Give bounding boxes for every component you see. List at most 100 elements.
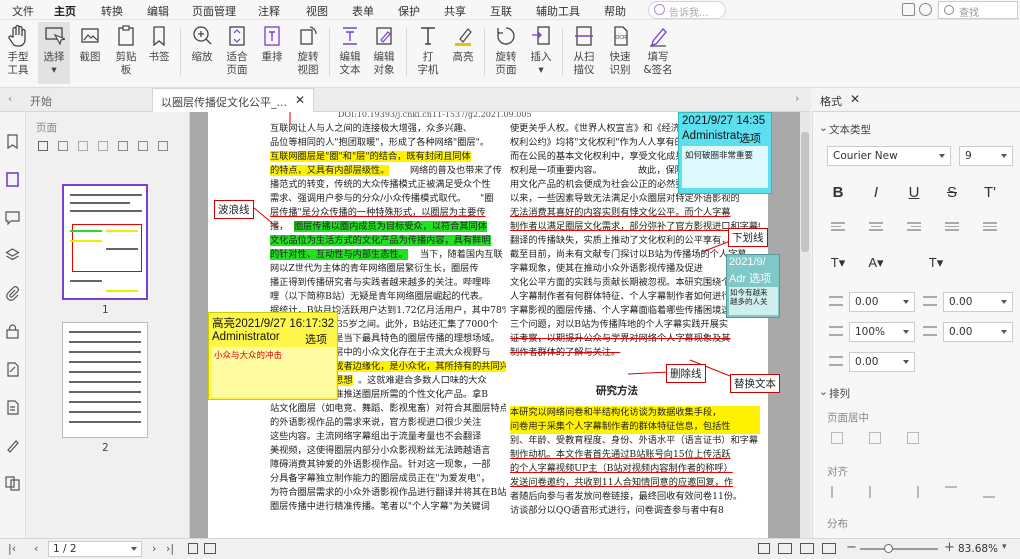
- first-page-icon[interactable]: |‹: [8, 542, 16, 555]
- bookmark-panel-icon[interactable]: [5, 134, 20, 149]
- align-left-icon[interactable]: [831, 222, 845, 234]
- menu-page-manage[interactable]: 页面管理: [192, 3, 236, 19]
- word-spacing-input[interactable]: 0.00: [943, 292, 1013, 312]
- last-page-icon[interactable]: ›|: [166, 542, 174, 555]
- zoom-dropdown-icon[interactable]: ▾: [1002, 542, 1007, 552]
- scan-button[interactable]: 从扫 描仪: [568, 22, 600, 84]
- baseline-button[interactable]: T▾: [925, 252, 947, 274]
- view-mode-continuous-icon[interactable]: [778, 543, 792, 554]
- justify-all-icon[interactable]: [983, 222, 997, 234]
- highlight-button[interactable]: 高亮: [447, 22, 479, 84]
- align-objects-bottom-icon[interactable]: [983, 486, 995, 498]
- tab-format[interactable]: 格式: [820, 93, 842, 109]
- line-spacing-input[interactable]: 0.00: [943, 322, 1013, 342]
- page-search-icon[interactable]: [38, 141, 48, 151]
- typewriter-button[interactable]: 打字机: [412, 22, 444, 84]
- skin-icon[interactable]: [902, 3, 915, 16]
- close-icon[interactable]: ✕: [295, 93, 305, 107]
- collapse-icon[interactable]: ⌄: [819, 122, 828, 134]
- ocr-button[interactable]: OCR 快速 识别: [604, 22, 636, 84]
- menu-help[interactable]: 帮助: [604, 3, 626, 19]
- thumbnail-page-2[interactable]: [62, 322, 148, 438]
- fill-sign-button[interactable]: 填写 &签名: [642, 22, 674, 84]
- document-icon[interactable]: [5, 400, 20, 415]
- align-objects-left-icon[interactable]: [831, 486, 843, 498]
- security-lock-icon[interactable]: [5, 324, 20, 339]
- paragraph-spacing-input[interactable]: 0.00: [849, 352, 915, 372]
- close-panel-icon[interactable]: ✕: [850, 92, 860, 106]
- underline-button[interactable]: U: [903, 182, 925, 204]
- find-input[interactable]: 查找: [938, 1, 1018, 19]
- clipboard-button[interactable]: 剪贴板: [110, 22, 142, 84]
- zoom-button[interactable]: 缩放: [186, 22, 218, 84]
- rotate-view-button[interactable]: 旋转 视图: [292, 22, 324, 84]
- view-mode-single-icon[interactable]: [758, 543, 770, 554]
- thumbnail-page-1[interactable]: [62, 184, 148, 300]
- menu-protect[interactable]: 保护: [398, 3, 420, 19]
- layers-panel-icon[interactable]: [5, 248, 20, 263]
- menu-share[interactable]: 共享: [444, 3, 466, 19]
- screenshot-button[interactable]: 截图: [74, 22, 106, 84]
- rotate-right-icon[interactable]: [138, 141, 148, 151]
- justify-icon[interactable]: [945, 222, 959, 234]
- view-mode-facing-icon[interactable]: [800, 543, 814, 554]
- zoom-out-icon[interactable]: −: [846, 540, 857, 555]
- view-mode-cover-icon[interactable]: [822, 543, 836, 554]
- align-objects-center-icon[interactable]: [869, 486, 881, 498]
- edit-text-button[interactable]: 编辑 文本: [334, 22, 366, 84]
- menu-form[interactable]: 表单: [352, 3, 374, 19]
- page-number-input[interactable]: 1 / 2: [48, 541, 142, 557]
- horizontal-scale-input[interactable]: 100%: [849, 322, 915, 342]
- rotate-page-button[interactable]: 旋转 页面: [490, 22, 522, 84]
- align-right-icon[interactable]: [907, 222, 921, 234]
- align-center-icon[interactable]: [869, 222, 883, 234]
- collapse-icon[interactable]: ⌄: [819, 386, 828, 398]
- comments-panel-icon[interactable]: [5, 210, 20, 225]
- menu-comment[interactable]: 注释: [258, 3, 280, 19]
- signature-panel-icon[interactable]: [5, 362, 20, 377]
- align-objects-top-icon[interactable]: [945, 486, 957, 498]
- strikethrough-button[interactable]: S: [941, 182, 963, 204]
- tell-me-input[interactable]: 告诉我...: [648, 1, 726, 19]
- bookmark-button[interactable]: 书签: [143, 22, 175, 84]
- menu-edit[interactable]: 编辑: [147, 3, 169, 19]
- center-horizontal-icon[interactable]: [831, 432, 843, 444]
- menu-accessibility[interactable]: 辅助工具: [536, 3, 580, 19]
- continuous-page-icon[interactable]: [204, 543, 216, 554]
- thumbnails-panel-icon[interactable]: [5, 172, 20, 187]
- menu-connect[interactable]: 互联: [490, 3, 512, 19]
- single-page-icon[interactable]: [188, 543, 198, 554]
- vertical-scrollbar[interactable]: [800, 112, 810, 538]
- char-spacing-input[interactable]: 0.00: [849, 292, 915, 312]
- delete-page-icon[interactable]: [78, 141, 88, 151]
- font-size-select[interactable]: 9: [959, 146, 1013, 166]
- edit-object-button[interactable]: 编辑 对象: [368, 22, 400, 84]
- next-page-icon[interactable]: ›: [152, 542, 156, 555]
- extract-page-icon[interactable]: [98, 141, 108, 151]
- center-vertical-icon[interactable]: [869, 432, 881, 444]
- settings-icon[interactable]: [919, 3, 932, 16]
- fill-sign-panel-icon[interactable]: [5, 438, 20, 453]
- chevron-right-icon[interactable]: ›: [795, 92, 799, 105]
- attachment-icon[interactable]: [5, 286, 20, 301]
- superscript-button[interactable]: T': [979, 182, 1001, 204]
- highlight-color-button[interactable]: A▾: [865, 252, 887, 274]
- zoom-slider[interactable]: [860, 544, 938, 553]
- menu-file[interactable]: 文件: [12, 3, 34, 19]
- prev-page-icon[interactable]: ‹: [34, 542, 38, 555]
- insert-page-icon[interactable]: [58, 141, 68, 151]
- tab-start[interactable]: 开始: [22, 88, 152, 112]
- italic-button[interactable]: I: [865, 182, 887, 204]
- chevron-left-icon[interactable]: ‹: [8, 92, 12, 105]
- tab-document[interactable]: 以圈层传播促文化公平_... ✕: [152, 88, 314, 112]
- font-family-select[interactable]: Courier New: [827, 146, 951, 166]
- insert-button[interactable]: 插入 ▾: [525, 22, 557, 84]
- align-objects-right-icon[interactable]: [907, 486, 919, 498]
- menu-convert[interactable]: 转换: [101, 3, 123, 19]
- zoom-slider-handle[interactable]: [884, 544, 893, 553]
- more-options-icon[interactable]: [158, 141, 168, 151]
- center-both-icon[interactable]: [907, 432, 919, 444]
- fit-page-button[interactable]: 适合 页面: [221, 22, 253, 84]
- zoom-in-icon[interactable]: +: [944, 540, 955, 555]
- reflow-button[interactable]: 重排: [256, 22, 288, 84]
